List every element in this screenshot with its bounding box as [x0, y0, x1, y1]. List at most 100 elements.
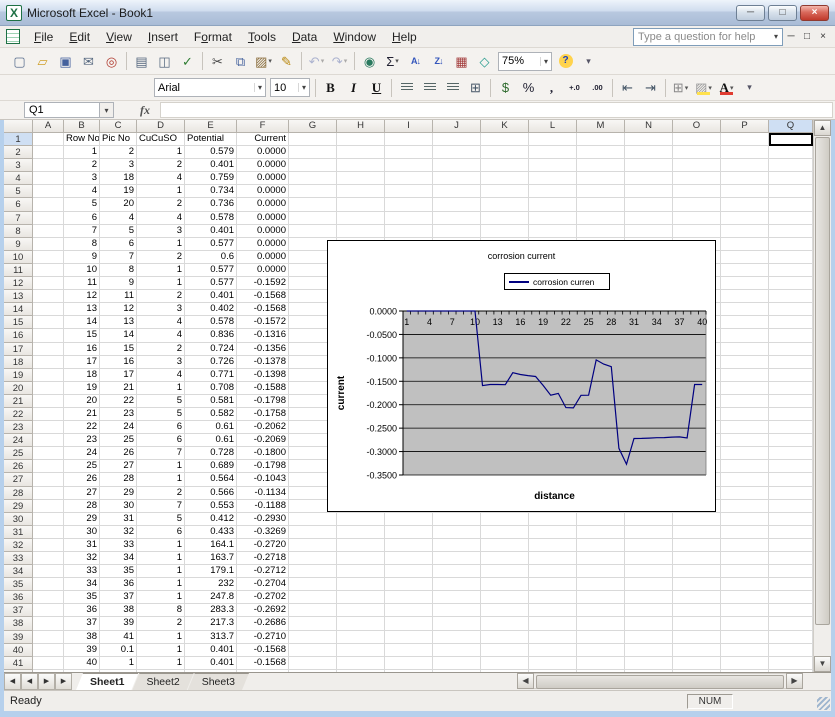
- cell-D12[interactable]: 1: [137, 277, 185, 290]
- cell-I38[interactable]: [385, 617, 433, 630]
- cell-B6[interactable]: 5: [64, 198, 100, 211]
- cell-Q2[interactable]: [769, 146, 813, 159]
- cell-Q38[interactable]: [769, 617, 813, 630]
- tab-next-button[interactable]: ▶: [38, 673, 55, 690]
- decrease-indent-icon[interactable]: ⇤: [617, 78, 638, 98]
- cell-A42[interactable]: [33, 670, 64, 672]
- cell-M30[interactable]: [577, 513, 625, 526]
- cell-J33[interactable]: [433, 552, 481, 565]
- cell-Q32[interactable]: [769, 539, 813, 552]
- column-header-A[interactable]: A: [33, 120, 64, 133]
- cell-E6[interactable]: 0.736: [185, 198, 237, 211]
- cell-A27[interactable]: [33, 473, 64, 486]
- column-header-P[interactable]: P: [721, 120, 769, 133]
- cell-D1[interactable]: CuCuSO: [137, 133, 185, 146]
- cell-O4[interactable]: [673, 172, 721, 185]
- cell-C19[interactable]: 17: [100, 369, 137, 382]
- cell-N5[interactable]: [625, 185, 673, 198]
- cell-B32[interactable]: 31: [64, 539, 100, 552]
- cell-E20[interactable]: 0.708: [185, 382, 237, 395]
- row-header-16[interactable]: 16: [4, 329, 33, 342]
- cell-P2[interactable]: [721, 146, 769, 159]
- cell-G32[interactable]: [289, 539, 337, 552]
- cell-D26[interactable]: 1: [137, 460, 185, 473]
- cell-D29[interactable]: 7: [137, 500, 185, 513]
- row-header-30[interactable]: 30: [4, 513, 33, 526]
- cell-K4[interactable]: [481, 172, 529, 185]
- row-header-39[interactable]: 39: [4, 631, 33, 644]
- cell-A9[interactable]: [33, 238, 64, 251]
- font-size-combo[interactable]: 10▾: [270, 78, 310, 97]
- cell-C4[interactable]: 18: [100, 172, 137, 185]
- cell-Q3[interactable]: [769, 159, 813, 172]
- cell-G36[interactable]: [289, 591, 337, 604]
- cell-N37[interactable]: [625, 604, 673, 617]
- cell-P6[interactable]: [721, 198, 769, 211]
- cell-C17[interactable]: 15: [100, 343, 137, 356]
- cell-M31[interactable]: [577, 526, 625, 539]
- cell-Q7[interactable]: [769, 212, 813, 225]
- cell-N33[interactable]: [625, 552, 673, 565]
- cell-E39[interactable]: 313.7: [185, 631, 237, 644]
- redo-icon[interactable]: ↷▾: [329, 51, 350, 71]
- cell-L6[interactable]: [529, 198, 577, 211]
- cell-F39[interactable]: -0.2710: [237, 631, 289, 644]
- cell-B31[interactable]: 30: [64, 526, 100, 539]
- cell-E10[interactable]: 0.6: [185, 251, 237, 264]
- open-icon[interactable]: ▱: [32, 51, 53, 71]
- cell-C30[interactable]: 31: [100, 513, 137, 526]
- cell-K6[interactable]: [481, 198, 529, 211]
- cell-I5[interactable]: [385, 185, 433, 198]
- menu-view[interactable]: View: [98, 26, 140, 48]
- cell-D3[interactable]: 2: [137, 159, 185, 172]
- cell-O42[interactable]: [673, 670, 721, 672]
- row-header-13[interactable]: 13: [4, 290, 33, 303]
- cell-A20[interactable]: [33, 382, 64, 395]
- cell-Q17[interactable]: [769, 343, 813, 356]
- cell-K34[interactable]: [481, 565, 529, 578]
- cell-K31[interactable]: [481, 526, 529, 539]
- cell-G33[interactable]: [289, 552, 337, 565]
- cell-B22[interactable]: 21: [64, 408, 100, 421]
- fill-color-icon[interactable]: ▨▾: [693, 78, 714, 98]
- cell-L42[interactable]: [529, 670, 577, 672]
- cell-L8[interactable]: [529, 225, 577, 238]
- cell-F3[interactable]: 0.0000: [237, 159, 289, 172]
- row-header-28[interactable]: 28: [4, 487, 33, 500]
- cell-N39[interactable]: [625, 631, 673, 644]
- tab-prev-button[interactable]: ◀: [21, 673, 38, 690]
- cell-A18[interactable]: [33, 356, 64, 369]
- corrosion-current-chart[interactable]: corrosion current corrosion curren 0.000…: [327, 240, 716, 512]
- cell-M36[interactable]: [577, 591, 625, 604]
- cell-I8[interactable]: [385, 225, 433, 238]
- cell-I33[interactable]: [385, 552, 433, 565]
- cell-I6[interactable]: [385, 198, 433, 211]
- cell-Q34[interactable]: [769, 565, 813, 578]
- cell-J41[interactable]: [433, 657, 481, 670]
- workbook-restore-button[interactable]: □: [799, 26, 815, 48]
- cell-H6[interactable]: [337, 198, 385, 211]
- cell-G3[interactable]: [289, 159, 337, 172]
- row-header-8[interactable]: 8: [4, 225, 33, 238]
- cell-E17[interactable]: 0.724: [185, 343, 237, 356]
- cell-E1[interactable]: Potential: [185, 133, 237, 146]
- menu-data[interactable]: Data: [284, 26, 325, 48]
- cell-C42[interactable]: [100, 670, 137, 672]
- row-header-23[interactable]: 23: [4, 421, 33, 434]
- cell-Q14[interactable]: [769, 303, 813, 316]
- cell-F24[interactable]: -0.2069: [237, 434, 289, 447]
- cell-B19[interactable]: 18: [64, 369, 100, 382]
- cell-Q35[interactable]: [769, 578, 813, 591]
- cell-Q23[interactable]: [769, 421, 813, 434]
- cell-M39[interactable]: [577, 631, 625, 644]
- cell-N38[interactable]: [625, 617, 673, 630]
- cell-I41[interactable]: [385, 657, 433, 670]
- cell-E24[interactable]: 0.61: [185, 434, 237, 447]
- cell-E41[interactable]: 0.401: [185, 657, 237, 670]
- row-header-10[interactable]: 10: [4, 251, 33, 264]
- cell-P30[interactable]: [721, 513, 769, 526]
- cell-Q26[interactable]: [769, 460, 813, 473]
- cell-F2[interactable]: 0.0000: [237, 146, 289, 159]
- row-header-34[interactable]: 34: [4, 565, 33, 578]
- cell-A19[interactable]: [33, 369, 64, 382]
